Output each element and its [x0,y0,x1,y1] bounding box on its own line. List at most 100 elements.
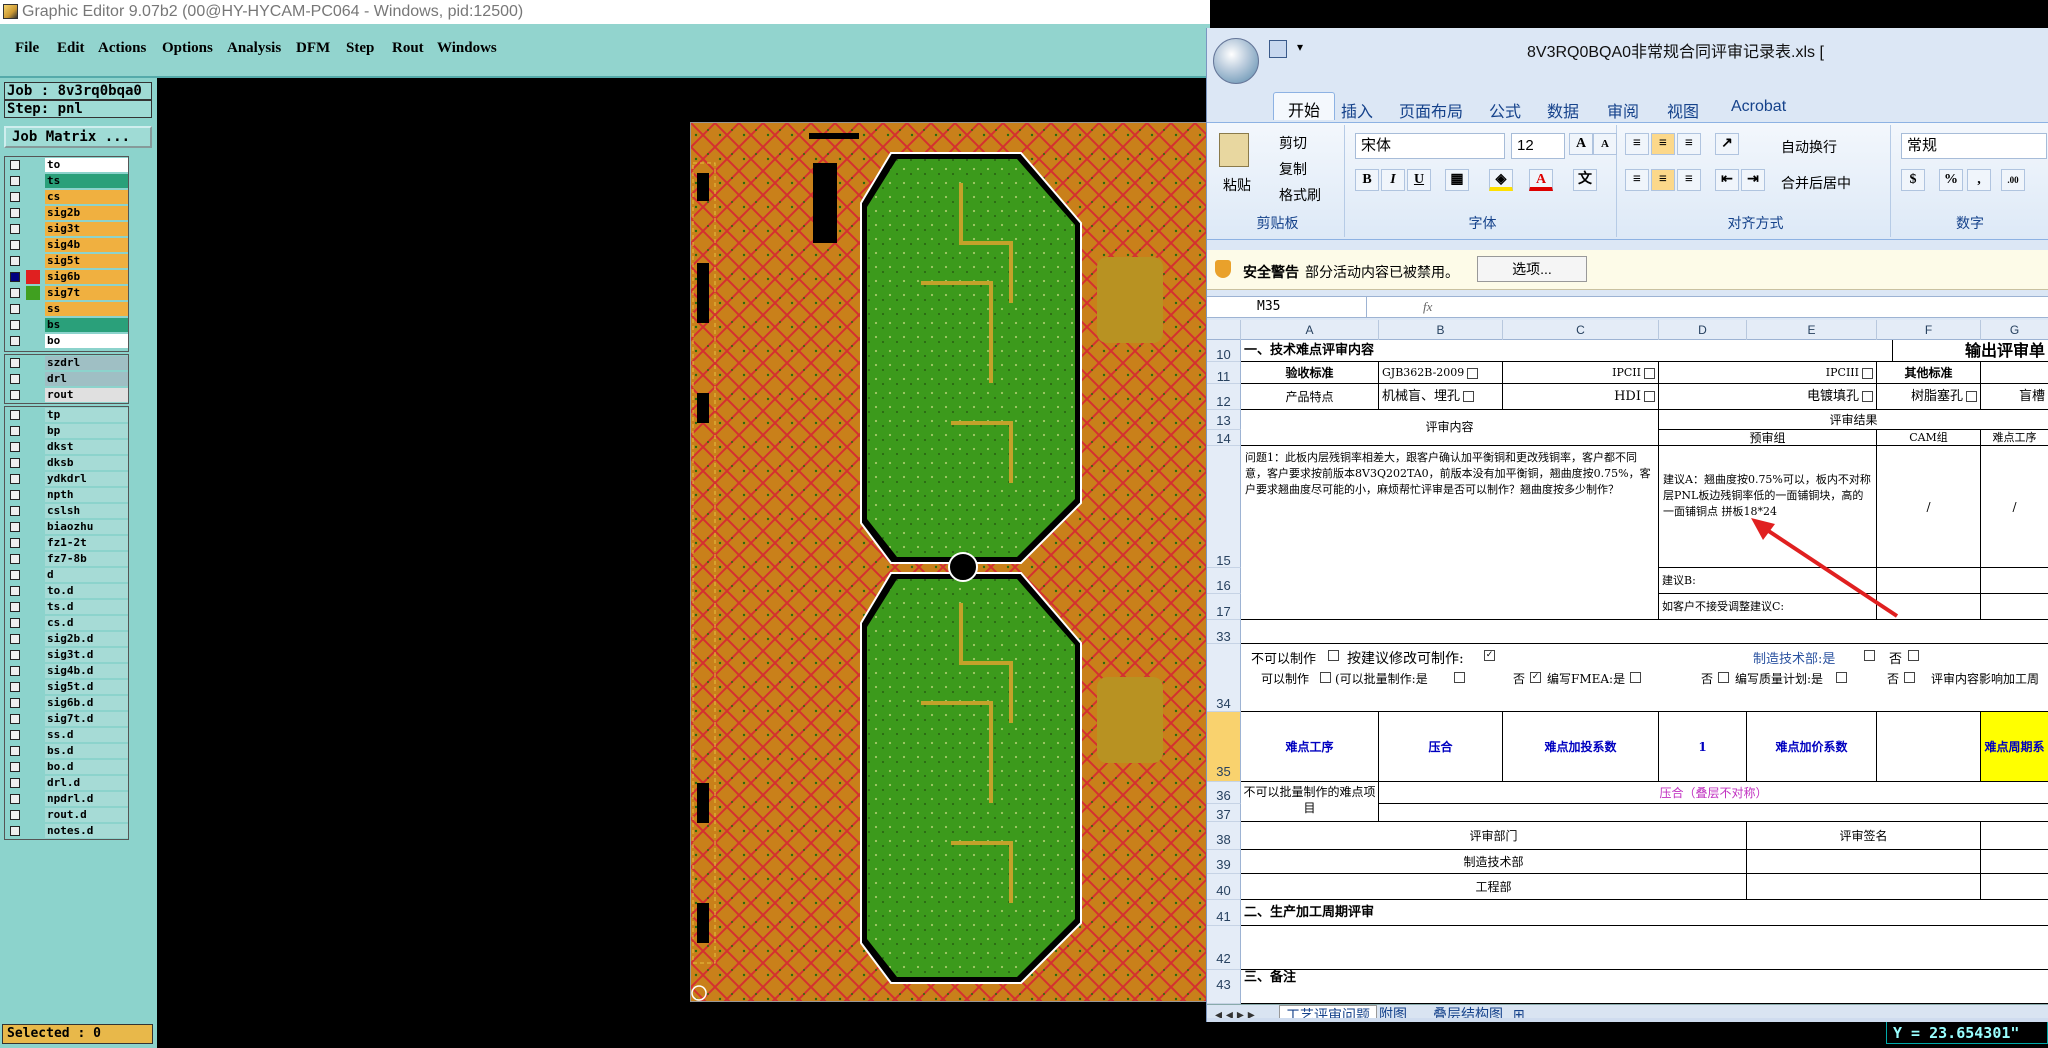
cell-section1[interactable]: 一、技术难点评审内容 [1241,340,1893,362]
layer-checkbox[interactable] [10,522,20,532]
cell-empty[interactable] [1877,712,1981,782]
cell-lamination[interactable]: 压合 [1379,712,1503,782]
cell-empty[interactable] [1981,594,2048,620]
checkbox[interactable] [1644,391,1655,402]
layer-row[interactable]: ts [5,173,128,189]
increase-indent-icon[interactable]: ⇥ [1741,169,1765,191]
cell-process-result[interactable]: / [1981,446,2048,568]
layer-checkbox[interactable] [10,730,20,740]
layer-checkbox[interactable] [10,698,20,708]
copy-button[interactable]: 复制 [1279,159,1307,179]
layer-color-swatch[interactable] [26,696,40,710]
layer-checkbox[interactable] [10,810,20,820]
cell-extra-factor[interactable]: 难点加投系数 [1503,712,1659,782]
layer-checkbox[interactable] [10,208,20,218]
row-header[interactable]: 34 [1207,644,1241,712]
layer-color-swatch[interactable] [26,568,40,582]
layer-color-swatch[interactable] [26,520,40,534]
tab-review[interactable]: 审阅 [1607,98,1639,122]
layer-row[interactable]: sig3t.d [5,647,128,663]
layer-row[interactable]: cslsh [5,503,128,519]
layer-checkbox[interactable] [10,426,20,436]
cell-cycle-factor[interactable]: 难点周期系 [1981,712,2048,782]
layer-checkbox[interactable] [10,358,20,368]
layer-checkbox[interactable] [10,192,20,202]
layer-row[interactable]: sig5t [5,253,128,269]
layer-color-swatch[interactable] [26,760,40,774]
layer-row[interactable]: rout.d [5,807,128,823]
layer-checkbox[interactable] [10,618,20,628]
layer-checkbox[interactable] [10,682,20,692]
cell-empty-row[interactable] [1241,620,2048,644]
layer-checkbox[interactable] [10,160,20,170]
layer-color-swatch[interactable] [26,584,40,598]
layer-color-swatch[interactable] [26,318,40,332]
layer-checkbox[interactable] [10,666,20,676]
layer-color-swatch[interactable] [26,552,40,566]
row-header[interactable]: 14 [1207,430,1241,446]
phonetic-icon[interactable]: 文 [1573,169,1597,191]
layer-row[interactable]: biaozhu [5,519,128,535]
row-header[interactable]: 36 [1207,782,1241,804]
underline-icon[interactable]: U [1407,169,1431,191]
format-painter-button[interactable]: 格式刷 [1279,185,1321,205]
layer-color-swatch[interactable] [26,600,40,614]
row-header[interactable]: 43 [1207,970,1241,1004]
tab-home[interactable]: 开始 [1273,92,1336,120]
layer-checkbox[interactable] [10,826,20,836]
layer-checkbox[interactable] [10,634,20,644]
cell-empty[interactable] [1981,874,2048,900]
cell-blind-slot[interactable]: 盲槽 [1981,384,2048,410]
checkbox[interactable] [1467,367,1479,379]
cell-hdi[interactable]: HDI [1503,384,1659,410]
job-matrix-button[interactable]: Job Matrix ... [4,126,152,148]
row-header[interactable]: 39 [1207,850,1241,874]
layer-color-swatch[interactable] [26,472,40,486]
checkbox[interactable] [1644,367,1655,379]
layer-checkbox[interactable] [10,256,20,266]
checkbox[interactable] [1904,672,1915,683]
layer-color-swatch[interactable] [26,388,40,402]
border-icon[interactable]: ▦ [1445,169,1469,191]
checkbox[interactable] [1908,650,1919,661]
layer-checkbox[interactable] [10,458,20,468]
layer-row[interactable]: ydkdrl [5,471,128,487]
increase-decimal-icon[interactable]: .00 [2001,169,2025,191]
layer-row[interactable]: drl.d [5,775,128,791]
layer-checkbox[interactable] [10,778,20,788]
layer-row[interactable]: bs.d [5,743,128,759]
row-header[interactable]: 13 [1207,410,1241,430]
cell-question[interactable]: 问题1：此板内层残铜率相差大，跟客户确认加平衡铜和更改残铜率，客户都不同意，客户… [1241,446,1659,620]
row-header[interactable]: 42 [1207,926,1241,970]
font-name-select[interactable]: 宋体 [1355,133,1505,159]
cell-resin[interactable]: 树脂塞孔 [1877,384,1981,410]
col-header-f[interactable]: F [1877,320,1981,340]
layer-row[interactable]: cs.d [5,615,128,631]
layer-color-swatch[interactable] [26,504,40,518]
layer-color-swatch[interactable] [26,744,40,758]
bold-icon[interactable]: B [1355,169,1379,191]
layer-checkbox[interactable] [10,570,20,580]
layer-color-swatch[interactable] [26,824,40,838]
menu-edit[interactable]: Edit [57,40,85,57]
layer-row[interactable]: sig5t.d [5,679,128,695]
col-header-d[interactable]: D [1659,320,1747,340]
checkbox-checked[interactable]: ✓ [1530,672,1541,683]
layer-color-swatch[interactable] [26,286,40,300]
row-header[interactable]: 41 [1207,900,1241,926]
layer-row[interactable]: sig7t [5,285,128,301]
layer-row[interactable]: npth [5,487,128,503]
checkbox[interactable] [1862,367,1873,379]
cell-mechanical[interactable]: 机械盲、埋孔 [1379,384,1503,410]
row-header[interactable]: 16 [1207,568,1241,594]
layer-color-swatch[interactable] [26,302,40,316]
col-header-c[interactable]: C [1503,320,1659,340]
cell-empty[interactable] [1747,850,1981,874]
row-header[interactable]: 40 [1207,874,1241,900]
layer-row[interactable]: to.d [5,583,128,599]
layer-checkbox[interactable] [10,224,20,234]
layer-row[interactable]: sig6b.d [5,695,128,711]
cell-review-content[interactable]: 评审内容 [1241,410,1659,446]
row-header[interactable]: 35 [1207,712,1241,782]
checkbox[interactable] [1966,391,1977,402]
